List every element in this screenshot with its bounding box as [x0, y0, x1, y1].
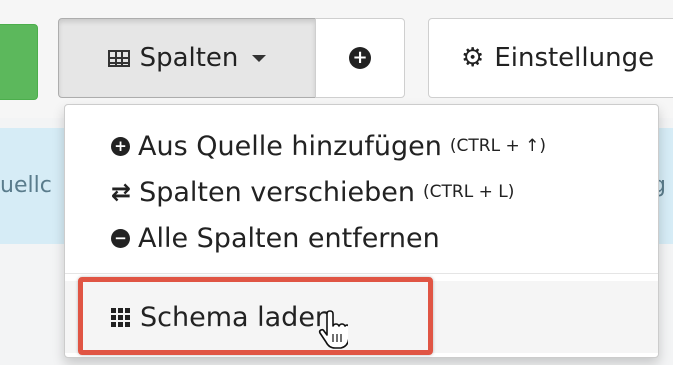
- shortcut-hint: (CTRL + L): [423, 182, 515, 202]
- menu-item-label: Alle Spalten entfernen: [138, 222, 440, 254]
- menu-item-move-columns[interactable]: ⇄ Spalten verschieben (CTRL + L): [65, 169, 658, 215]
- highlight-annotation: [78, 277, 433, 355]
- columns-button-group: Spalten +: [58, 18, 406, 98]
- plus-circle-icon: +: [111, 136, 130, 156]
- background-text-left: uellc: [0, 173, 52, 198]
- caret-down-icon: [252, 54, 267, 62]
- shortcut-hint: (CTRL + ↑): [449, 136, 547, 156]
- menu-item-remove-all-columns[interactable]: − Alle Spalten entfernen: [65, 215, 658, 261]
- minus-circle-icon: −: [111, 228, 130, 248]
- menu-item-add-from-source[interactable]: + Aus Quelle hinzufügen (CTRL + ↑): [65, 123, 658, 169]
- menu-divider: [65, 273, 658, 274]
- exchange-arrows-icon: ⇄: [111, 178, 132, 206]
- table-icon: [107, 49, 130, 67]
- hand-pointer-cursor-icon: [318, 310, 348, 349]
- settings-button[interactable]: ⚙ Einstellunge: [428, 18, 673, 98]
- menu-item-label: Aus Quelle hinzufügen: [138, 130, 442, 162]
- plus-circle-icon: +: [349, 47, 371, 69]
- settings-button-label: Einstellunge: [494, 43, 655, 73]
- green-action-button[interactable]: [0, 24, 38, 100]
- columns-button-label: Spalten: [139, 43, 239, 73]
- columns-dropdown-button[interactable]: Spalten: [58, 18, 316, 98]
- add-column-button[interactable]: +: [315, 18, 405, 98]
- menu-item-label: Spalten verschieben: [139, 176, 416, 208]
- gear-icon: ⚙: [461, 43, 485, 73]
